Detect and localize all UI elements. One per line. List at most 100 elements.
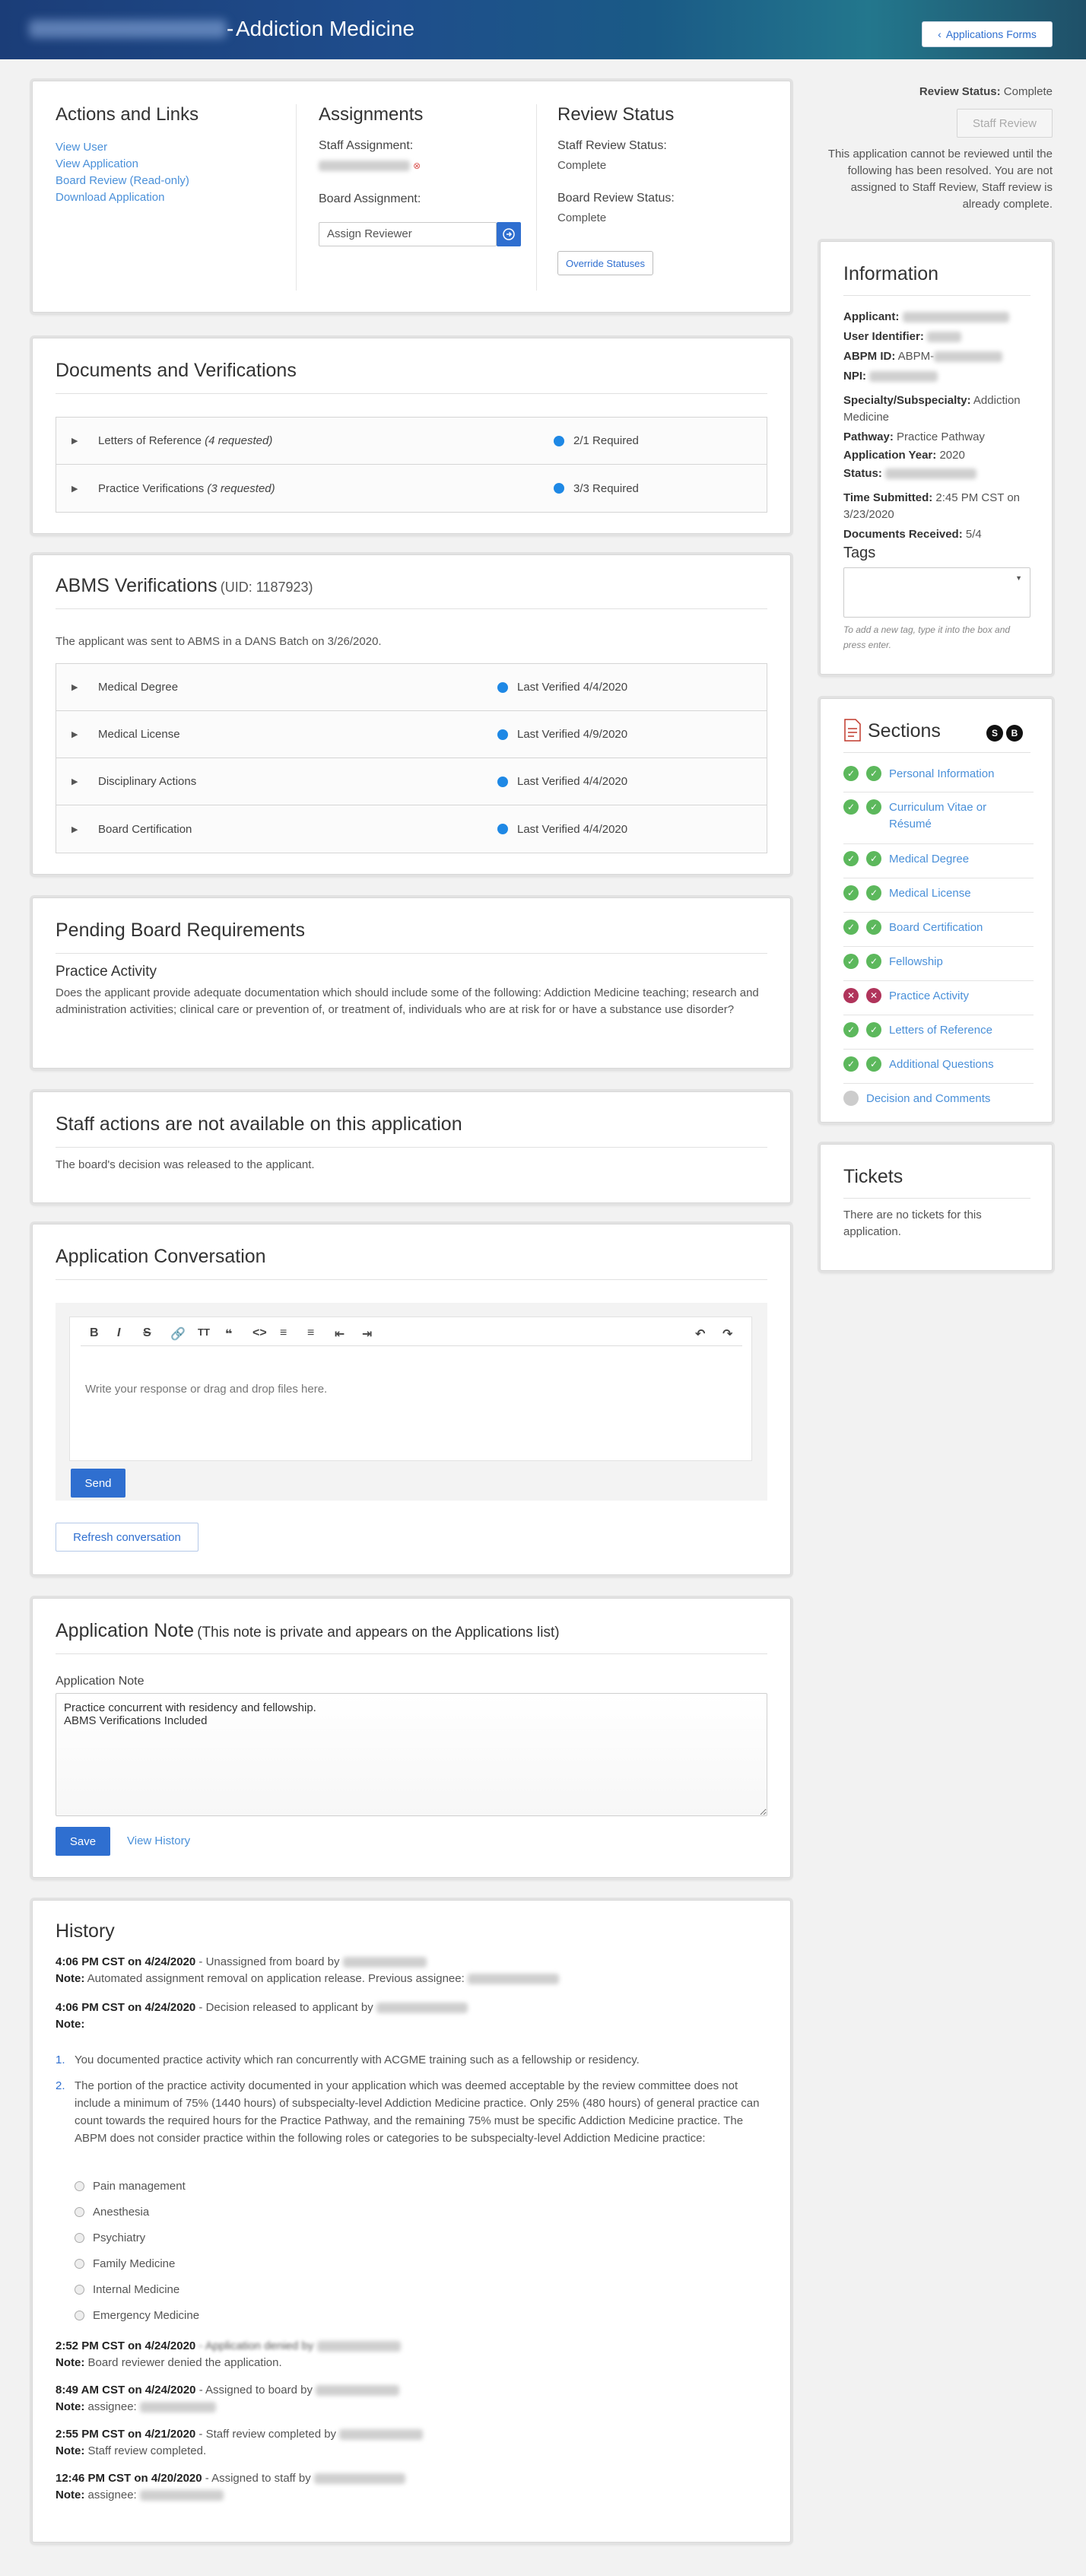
tags-input[interactable]: ▼: [843, 567, 1030, 618]
accordion-row[interactable]: ▶ Medical License Last Verified 4/9/2020: [56, 711, 767, 758]
board-review-status-label: Board Review Status:: [557, 192, 675, 205]
entry-action: - Unassigned from board by: [195, 1955, 340, 1968]
undo-icon[interactable]: ↶: [695, 1326, 705, 1342]
section-label[interactable]: Practice Activity: [889, 988, 1026, 1005]
staff-assignment-label: Staff Assignment:: [319, 139, 414, 152]
section-label[interactable]: Letters of Reference: [889, 1022, 1026, 1039]
assignments-title: Assignments: [319, 104, 424, 125]
assign-submit-button[interactable]: [497, 222, 521, 246]
code-icon[interactable]: <>: [252, 1326, 267, 1340]
divider: [56, 1147, 767, 1148]
reason-text: The portion of the practice activity doc…: [75, 2079, 760, 2145]
application-note-textarea[interactable]: [56, 1693, 767, 1816]
history-entry: 12:46 PM CST on 4/20/2020 - Assigned to …: [56, 2470, 405, 2504]
review-notice: This application cannot be reviewed unti…: [827, 148, 1053, 211]
editor-placeholder: Write your response or drag and drop fil…: [85, 1383, 328, 1396]
title-separator: -: [227, 17, 234, 40]
entry-note: assignee:: [84, 2400, 137, 2413]
override-statuses-button[interactable]: Override Statuses: [557, 251, 653, 275]
refresh-conversation-button[interactable]: Refresh conversation: [56, 1523, 198, 1552]
pending-text: Does the applicant provide adequate docu…: [56, 986, 759, 1016]
bullet-icon: [75, 2233, 84, 2243]
board-status-check-icon: ✓: [866, 1056, 881, 1072]
status-dot-icon: [554, 483, 564, 494]
applications-forms-button[interactable]: ‹ Applications Forms: [922, 21, 1053, 47]
staff-review-status-value: Complete: [557, 159, 607, 172]
redacted-staff-name: [319, 160, 410, 172]
bold-icon[interactable]: B: [90, 1326, 99, 1340]
status-dot-icon: [497, 729, 508, 740]
divider: [56, 1279, 767, 1280]
page-header: - Addiction Medicine ‹ Applications Form…: [0, 0, 1086, 59]
page-title: Addiction Medicine: [236, 17, 415, 40]
bullet-icon: [75, 2259, 84, 2269]
specialty-label: Specialty/Subspecialty:: [843, 394, 971, 407]
view-history-link[interactable]: View History: [127, 1834, 190, 1847]
editor-toolbar: B I S 🔗 TT ❝ <> ≡ ≡ ⇤ ⇥ ↶ ↷: [81, 1326, 742, 1346]
column-divider: [536, 104, 537, 291]
accordion-row[interactable]: ▶ Disciplinary Actions Last Verified 4/4…: [56, 758, 767, 805]
section-label[interactable]: Additional Questions: [889, 1056, 1026, 1073]
numbered-list-icon[interactable]: ≡: [307, 1326, 314, 1340]
bullet-text: Psychiatry: [93, 2231, 146, 2244]
tickets-text: There are no tickets for this applicatio…: [843, 1209, 982, 1238]
quote-icon[interactable]: ❝: [225, 1326, 232, 1342]
remove-icon[interactable]: ⊗: [413, 160, 421, 171]
view-application-link[interactable]: View Application: [56, 156, 198, 173]
section-divider: [843, 980, 1034, 981]
staff-review-button[interactable]: Staff Review: [957, 109, 1053, 138]
section-label[interactable]: Medical Degree: [889, 851, 1026, 868]
section-label[interactable]: Board Certification: [889, 920, 1026, 936]
section-label[interactable]: Curriculum Vitae or Résumé: [889, 799, 1026, 833]
caret-down-icon: ▼: [1015, 574, 1022, 582]
info-status: Status:: [843, 465, 1034, 482]
link-icon[interactable]: 🔗: [170, 1326, 186, 1342]
download-application-link[interactable]: Download Application: [56, 189, 198, 206]
italic-icon[interactable]: I: [117, 1326, 120, 1340]
document-icon: [843, 719, 862, 742]
section-label[interactable]: Decision and Comments: [866, 1091, 1003, 1107]
send-button[interactable]: Send: [71, 1469, 125, 1498]
board-assignment-select[interactable]: Assign Reviewer: [319, 222, 497, 246]
strikethrough-icon[interactable]: S: [143, 1326, 151, 1340]
indent-icon[interactable]: ⇥: [362, 1326, 372, 1342]
pending-title: Pending Board Requirements: [56, 920, 305, 941]
section-divider: [843, 1083, 1034, 1084]
staff-status-check-icon: ✓: [843, 1022, 859, 1037]
information-title: Information: [843, 263, 939, 284]
note-label: Note:: [56, 1972, 85, 1985]
pathway-value: Practice Pathway: [897, 430, 985, 443]
board-assignment-label: Board Assignment:: [319, 192, 421, 205]
tickets-title: Tickets: [843, 1166, 903, 1187]
redacted-name: [313, 2473, 405, 2485]
redacted-value: [902, 312, 1009, 323]
section-label[interactable]: Fellowship: [889, 954, 1026, 970]
redacted-value: [869, 371, 938, 383]
caret-right-icon: ▶: [71, 777, 78, 786]
accordion-row[interactable]: ▶ Board Certification Last Verified 4/4/…: [56, 805, 767, 853]
rich-text-editor[interactable]: B I S 🔗 TT ❝ <> ≡ ≡ ⇤ ⇥ ↶ ↷ Write your r…: [69, 1317, 752, 1461]
bullet-text: Pain management: [93, 2180, 186, 2193]
redo-icon[interactable]: ↷: [722, 1326, 732, 1342]
section-divider: [843, 843, 1034, 844]
accordion-row[interactable]: ▶ Practice Verifications (3 requested) 3…: [56, 465, 767, 512]
bullet-text: Anesthesia: [93, 2206, 150, 2219]
save-button[interactable]: Save: [56, 1827, 110, 1856]
bullet-item: Emergency Medicine: [75, 2309, 199, 2322]
staff-status-check-icon: ✓: [843, 1056, 859, 1072]
accordion-row[interactable]: ▶ Letters of Reference (4 requested) 2/1…: [56, 418, 767, 465]
board-review-link[interactable]: Board Review (Read-only): [56, 173, 198, 189]
view-user-link[interactable]: View User: [56, 139, 198, 156]
section-label[interactable]: Medical License: [889, 885, 1026, 902]
column-divider: [296, 104, 297, 291]
outdent-icon[interactable]: ⇤: [335, 1326, 345, 1342]
abms-title: ABMS Verifications: [56, 575, 218, 596]
entry-time: 8:49 AM CST on 4/24/2020: [56, 2384, 196, 2397]
heading-icon[interactable]: TT: [198, 1326, 210, 1338]
accordion-row[interactable]: ▶ Medical Degree Last Verified 4/4/2020: [56, 664, 767, 711]
abms-card: ABMS Verifications (UID: 1187923) The ap…: [32, 554, 791, 875]
bullet-list-icon[interactable]: ≡: [280, 1326, 287, 1340]
row-name: Medical Degree: [98, 681, 179, 694]
section-label[interactable]: Personal Information: [889, 766, 1026, 783]
entry-time: 2:52 PM CST on 4/24/2020: [56, 2339, 196, 2352]
